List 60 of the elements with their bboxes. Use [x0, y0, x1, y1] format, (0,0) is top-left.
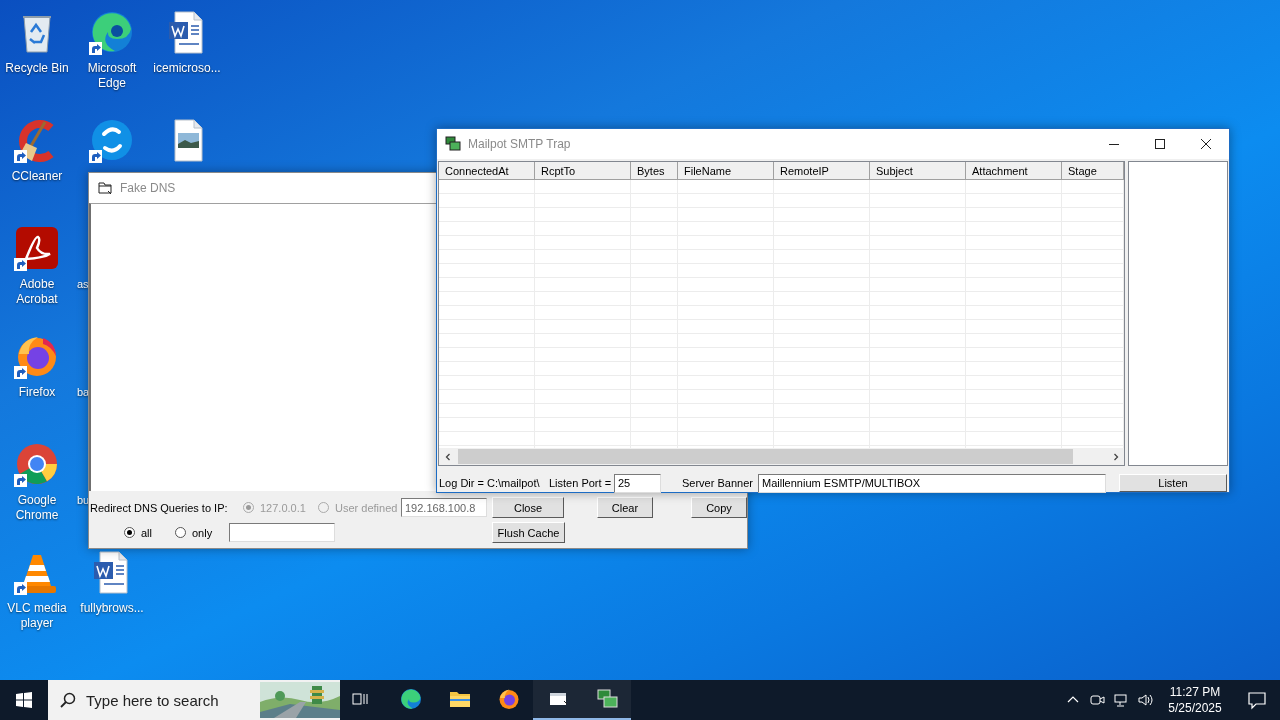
- search-bar[interactable]: Type here to search: [48, 680, 340, 720]
- port-field[interactable]: 25: [614, 473, 661, 493]
- desktop-icon-label: ba: [77, 385, 90, 400]
- desktop-shortcut[interactable]: VLC media player: [0, 546, 74, 631]
- camera-icon: [1089, 692, 1105, 708]
- desktop-shortcut[interactable]: Microsoft Edge: [75, 6, 149, 91]
- log-dir-label: Log Dir = C:\mailpot\: [438, 477, 541, 489]
- scrollbar-thumb[interactable]: [458, 449, 1073, 464]
- scrollbar[interactable]: [439, 448, 1124, 465]
- button[interactable]: Flush Cache: [492, 522, 565, 543]
- desktop-shortcut[interactable]: Firefox: [0, 330, 74, 400]
- banner-field[interactable]: Maillennium ESMTP/MULTIBOX: [758, 473, 1106, 493]
- speaker-icon: [1137, 692, 1153, 708]
- listen-button[interactable]: Listen: [1119, 474, 1227, 492]
- desktop-shortcut[interactable]: CCleaner: [0, 114, 74, 184]
- column-header[interactable]: RemoteIP: [774, 162, 870, 180]
- column-header[interactable]: Bytes: [631, 162, 678, 180]
- redirect-label: Redirect DNS Queries to IP:: [90, 501, 229, 514]
- column-header[interactable]: Attachment: [966, 162, 1062, 180]
- browser-icon: [398, 687, 423, 711]
- column-header[interactable]: ConnectedAt: [439, 162, 535, 180]
- desktop-icon-label: bu: [77, 493, 90, 508]
- desktop-shortcut[interactable]: icemicroso...: [150, 6, 224, 76]
- button[interactable]: Close: [492, 497, 564, 518]
- radio-button[interactable]: all: [124, 526, 175, 539]
- column-header[interactable]: Subject: [870, 162, 966, 180]
- domain-field[interactable]: [229, 523, 335, 542]
- monitor-icon: [594, 687, 619, 711]
- windows-logo-icon: [16, 692, 32, 708]
- desktop-shortcut[interactable]: fullybrows...: [75, 546, 149, 616]
- button[interactable]: Copy: [691, 497, 747, 518]
- desktop-shortcut[interactable]: Google Chrome: [0, 438, 74, 523]
- notification-icon: [1246, 690, 1267, 710]
- window-title: Mailpot SMTP Trap: [468, 137, 571, 151]
- network-icon: [1113, 692, 1129, 708]
- button[interactable]: Clear: [597, 497, 653, 518]
- column-header[interactable]: FileName: [678, 162, 774, 180]
- server-banner-label: Server Banner: [682, 477, 754, 489]
- window-title: Fake DNS: [120, 181, 176, 195]
- search-field[interactable]: Type here to search: [84, 690, 252, 710]
- search-icon: [60, 692, 76, 708]
- ip-field[interactable]: 192.168.100.8: [401, 498, 487, 517]
- taskbar-button[interactable]: [533, 680, 582, 720]
- app-icon: [13, 224, 61, 272]
- task-view-icon: [352, 693, 368, 705]
- listen-port-label: Listen Port =: [549, 477, 613, 489]
- column-header[interactable]: RcptTo: [535, 162, 631, 180]
- maximize-icon: [1155, 139, 1165, 149]
- window-icon: [97, 180, 113, 196]
- window-icon: [445, 136, 461, 152]
- column-header[interactable]: Stage: [1062, 162, 1124, 180]
- radio-button[interactable]: only: [175, 526, 229, 539]
- desktop-shortcut[interactable]: Adobe Acrobat: [0, 222, 74, 307]
- close-icon: [1201, 139, 1211, 149]
- desktop-shortcut[interactable]: Recycle Bin: [0, 6, 74, 76]
- desktop-icon-label: as: [77, 277, 89, 292]
- clock-button[interactable]: 11:27 PM 5/25/2025: [1157, 680, 1233, 720]
- scroll-left-icon: [443, 452, 452, 461]
- taskbar-button[interactable]: [582, 680, 631, 720]
- scroll-right-icon: [1111, 452, 1120, 461]
